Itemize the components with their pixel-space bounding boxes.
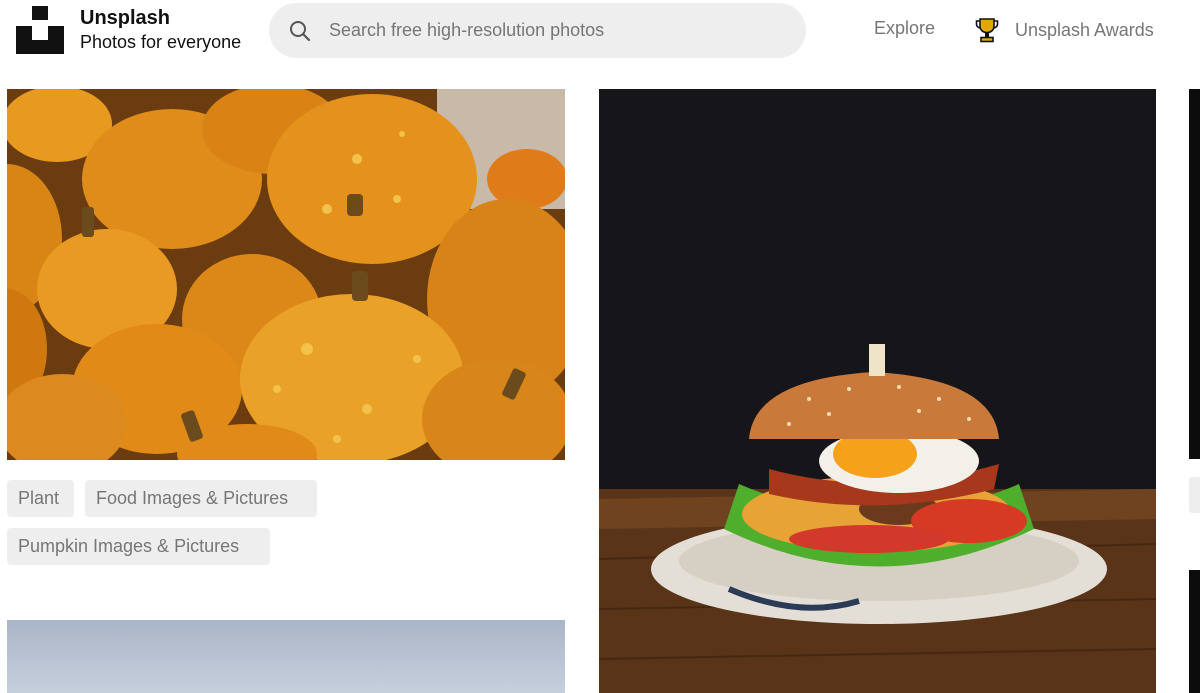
top-header: Unsplash Photos for everyone Explore Uns… xyxy=(0,0,1200,88)
sky-photo[interactable] xyxy=(7,620,565,693)
burger-image xyxy=(599,89,1156,693)
next-column-photo-2[interactable] xyxy=(1189,570,1200,693)
unsplash-logo-icon[interactable] xyxy=(16,6,64,54)
burger-photo[interactable] xyxy=(599,89,1156,693)
next-column-tag[interactable] xyxy=(1189,477,1200,513)
nav-explore-link[interactable]: Explore xyxy=(874,18,935,39)
trophy-icon xyxy=(975,18,999,43)
brand-tagline: Photos for everyone xyxy=(80,32,242,52)
tag-plant[interactable]: Plant xyxy=(7,480,74,517)
brand-name: Unsplash xyxy=(80,7,171,29)
next-column-photo[interactable] xyxy=(1189,89,1200,459)
nav-awards-label: Unsplash Awards xyxy=(1015,19,1154,40)
search-bar[interactable] xyxy=(269,3,806,58)
sky-image xyxy=(7,620,565,693)
brand[interactable]: Unsplash Photos for everyone xyxy=(80,6,241,54)
tag-food-images[interactable]: Food Images & Pictures xyxy=(85,480,317,517)
pumpkin-photo[interactable] xyxy=(7,89,565,460)
nav-awards-link[interactable]: Unsplash Awards xyxy=(975,17,1154,43)
pumpkin-image xyxy=(7,89,565,460)
tag-pumpkin-images[interactable]: Pumpkin Images & Pictures xyxy=(7,528,270,565)
search-input[interactable] xyxy=(329,3,789,58)
search-icon[interactable] xyxy=(289,20,311,42)
